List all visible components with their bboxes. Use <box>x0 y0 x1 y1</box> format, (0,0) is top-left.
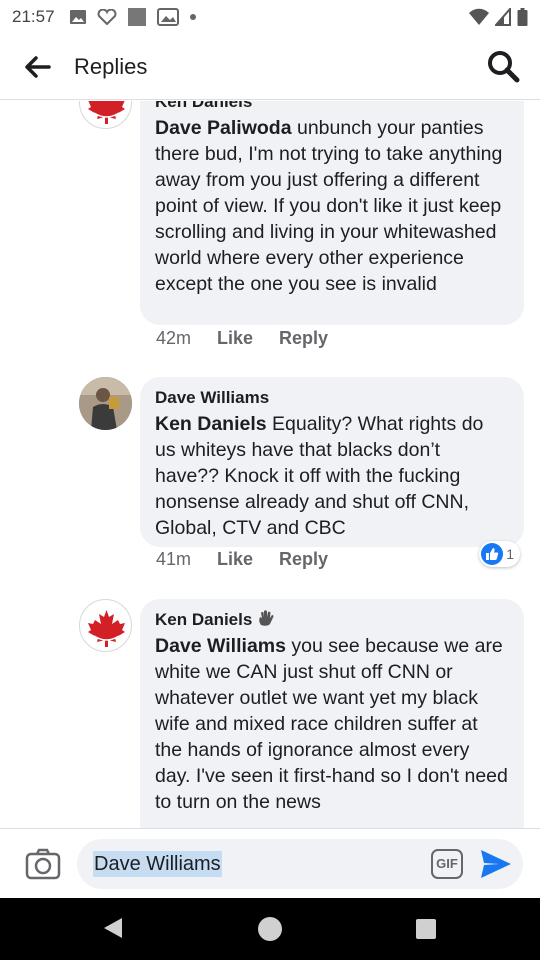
reply-button[interactable]: Reply <box>279 328 328 349</box>
maple-leaf-icon <box>88 101 125 124</box>
battery-icon <box>517 8 528 26</box>
square-notification-icon <box>127 8 146 26</box>
nav-home-icon[interactable] <box>258 917 282 941</box>
reply-button[interactable]: Reply <box>279 549 328 570</box>
comment-text: Dave Paliwoda unbunch your panties there… <box>155 115 508 297</box>
comment-author[interactable]: Ken Daniels <box>155 610 252 629</box>
like-button[interactable]: Like <box>217 328 253 349</box>
avatar[interactable] <box>79 101 132 129</box>
app-bar: Replies <box>0 34 540 100</box>
reaction-count: 1 <box>506 546 514 562</box>
comment-actions: 41m Like Reply <box>156 549 328 570</box>
send-icon[interactable] <box>479 848 513 880</box>
like-button[interactable]: Like <box>217 549 253 570</box>
nav-back-icon[interactable] <box>103 917 123 939</box>
image-notification-icon <box>69 10 86 24</box>
comment-bubble: Ken Daniels Dave Williams you see becaus… <box>140 599 524 828</box>
dot-notification-icon <box>189 14 196 20</box>
comment-bubble: Ken Daniels Dave Paliwoda unbunch your p… <box>140 101 524 325</box>
mention-tag[interactable]: Ken Daniels <box>155 413 267 435</box>
mention-tag[interactable]: Dave Williams <box>155 635 286 657</box>
heart-notification-icon <box>97 9 116 25</box>
comment-text: Dave Williams you see because we are whi… <box>155 633 508 815</box>
maple-leaf-icon <box>88 610 125 647</box>
signal-icon <box>495 8 511 26</box>
mention-tag[interactable]: Dave Paliwoda <box>155 117 292 139</box>
reply-input-value[interactable]: Dave Williams <box>93 851 222 877</box>
system-nav-bar <box>0 898 540 960</box>
back-arrow-icon[interactable] <box>22 52 52 82</box>
comment-text: Ken Daniels Equality? What rights do us … <box>155 411 508 541</box>
comment-author-row: Ken Daniels <box>155 609 508 631</box>
comment-bubble: Dave Williams Ken Daniels Equality? What… <box>140 377 524 547</box>
like-icon <box>481 543 504 565</box>
reply-composer: Dave Williams GIF <box>0 828 540 898</box>
status-bar: 21:57 <box>0 0 540 34</box>
comment-author[interactable]: Dave Williams <box>155 387 508 409</box>
nav-recents-icon[interactable] <box>416 919 436 939</box>
comment-actions: 42m Like Reply <box>156 328 328 349</box>
wave-icon <box>259 610 274 626</box>
wifi-icon <box>469 8 489 25</box>
comment-body: unbunch your panties there bud, I'm not … <box>155 117 503 295</box>
page-title: Replies <box>74 54 148 79</box>
replies-list[interactable]: Ken Daniels Dave Paliwoda unbunch your p… <box>0 101 540 828</box>
camera-icon[interactable] <box>25 846 61 882</box>
status-right <box>469 8 528 26</box>
reply-input[interactable]: Dave Williams GIF <box>77 839 523 889</box>
status-time: 21:57 <box>12 7 55 26</box>
gallery-notification-icon <box>156 8 179 26</box>
comment-body: you see because we are white we CAN just… <box>155 635 508 813</box>
avatar[interactable] <box>79 377 132 430</box>
gif-icon[interactable]: GIF <box>431 849 463 879</box>
comment-time: 42m <box>156 328 192 348</box>
comment-author[interactable]: Ken Daniels <box>155 101 508 113</box>
profile-photo <box>79 377 132 430</box>
search-icon[interactable] <box>486 49 520 83</box>
reaction-badge[interactable]: 1 <box>479 541 520 567</box>
avatar[interactable] <box>79 599 132 652</box>
comment-time: 41m <box>156 549 192 569</box>
